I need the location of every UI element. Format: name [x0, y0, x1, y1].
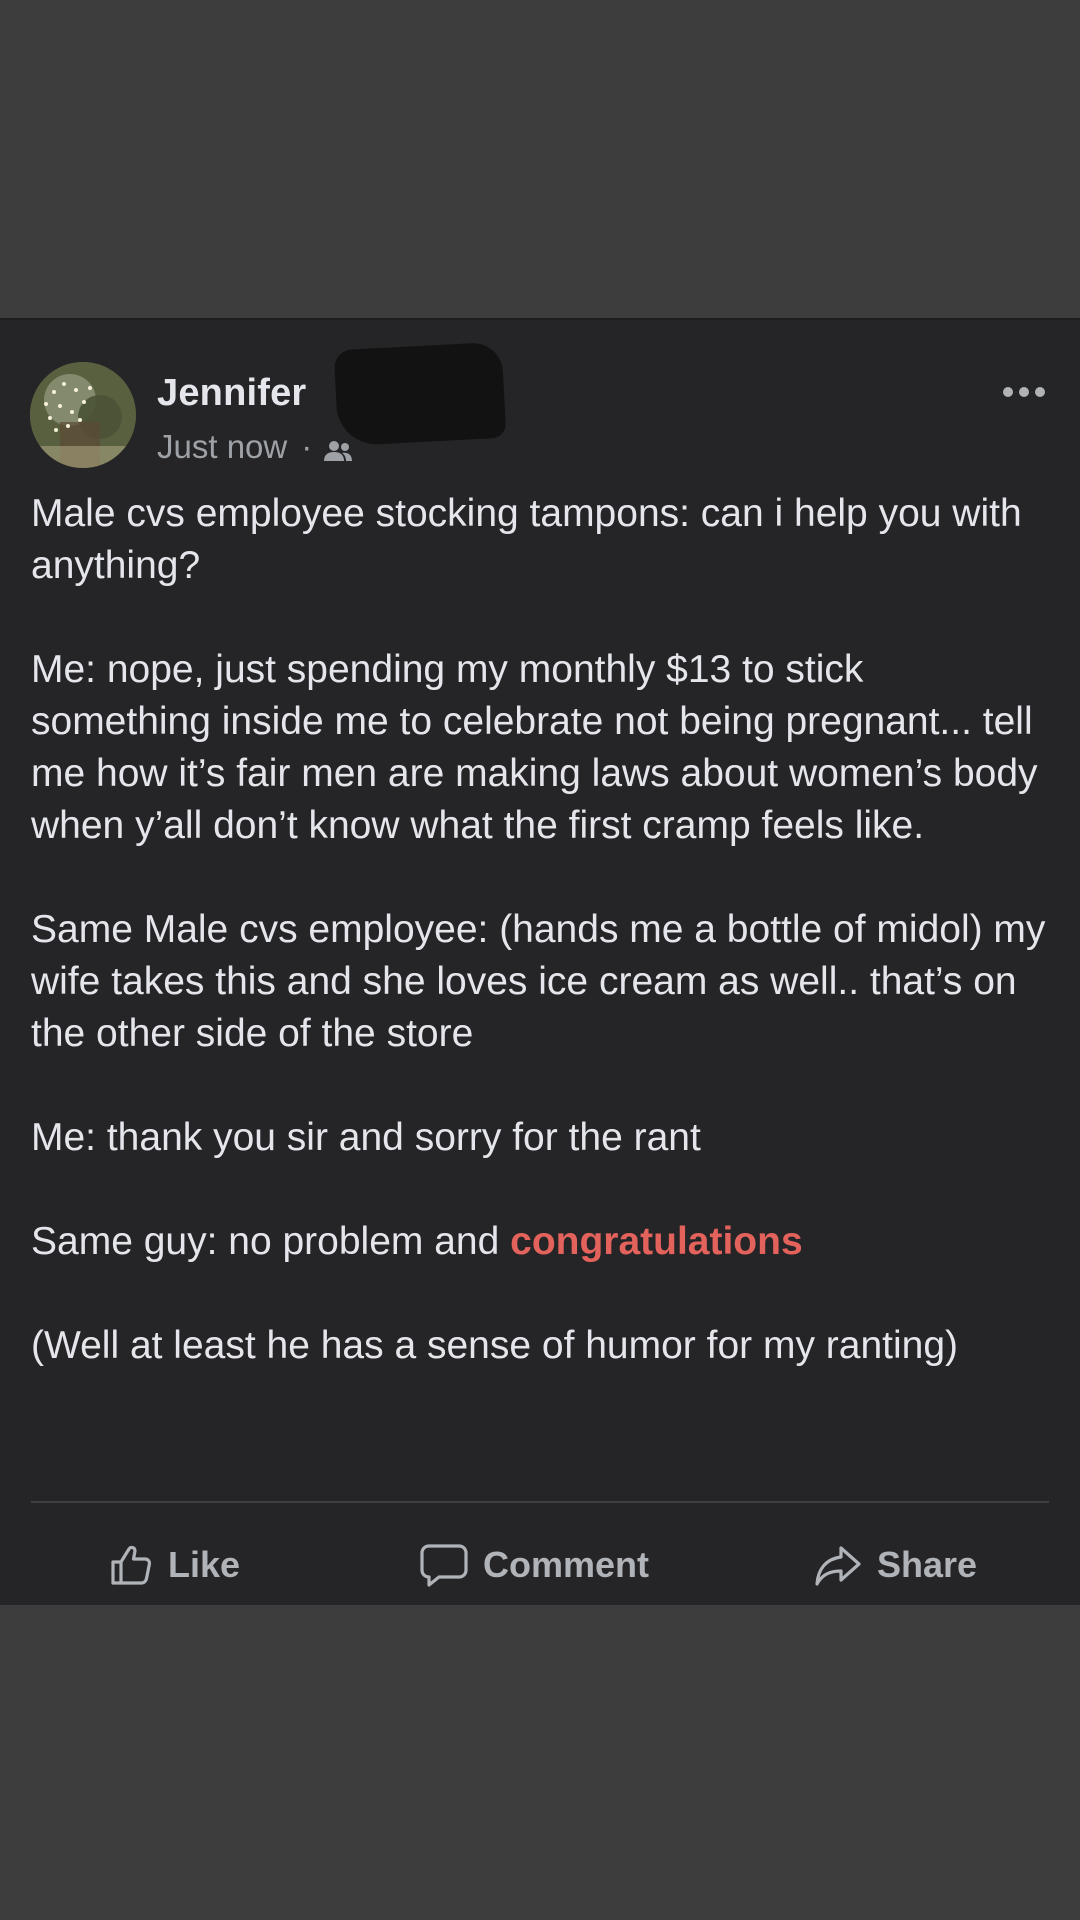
- like-label: Like: [168, 1544, 241, 1585]
- author-avatar[interactable]: [30, 362, 136, 468]
- share-label: Share: [877, 1544, 978, 1585]
- more-options-icon[interactable]: [1002, 386, 1046, 398]
- actions-divider: [31, 1501, 1049, 1503]
- post-body: Male cvs employee stocking tampons: can …: [31, 488, 1051, 1372]
- post-card: Jennifer Just now · Male cvs employee st…: [0, 318, 1080, 1605]
- share-button[interactable]: Share: [813, 1530, 977, 1600]
- share-arrow-icon: [815, 1546, 861, 1586]
- avatar-photo: [30, 362, 136, 468]
- name-redaction-scribble: [333, 341, 507, 447]
- friends-icon[interactable]: [322, 435, 354, 461]
- comment-label: Comment: [483, 1544, 650, 1585]
- post-paragraph: Male cvs employee stocking tampons: can …: [31, 492, 1022, 587]
- post-paragraph: Me: thank you sir and sorry for the rant: [31, 1116, 701, 1159]
- post-meta: Just now ·: [157, 428, 354, 466]
- post-paragraph: Same Male cvs employee: (hands me a bott…: [31, 908, 1046, 1055]
- post-paragraph: (Well at least he has a sense of humor f…: [31, 1324, 959, 1367]
- author-name[interactable]: Jennifer: [157, 372, 306, 415]
- comment-bubble-icon: [420, 1544, 468, 1587]
- congratulations-highlight[interactable]: congratulations: [510, 1220, 803, 1263]
- post-timestamp[interactable]: Just now: [157, 428, 287, 466]
- paragraph-text: Same guy: no problem and: [31, 1220, 511, 1263]
- like-button[interactable]: Like: [108, 1530, 240, 1600]
- post-actions-bar: Like Comment Share: [0, 1530, 1080, 1600]
- meta-separator: ·: [301, 428, 313, 465]
- post-paragraph: Me: nope, just spending my monthly $13 t…: [31, 648, 1038, 847]
- thumbs-up-icon: [111, 1545, 152, 1585]
- comment-button[interactable]: Comment: [419, 1530, 649, 1600]
- post-paragraph: Same guy: no problem and congratulations: [31, 1216, 1051, 1268]
